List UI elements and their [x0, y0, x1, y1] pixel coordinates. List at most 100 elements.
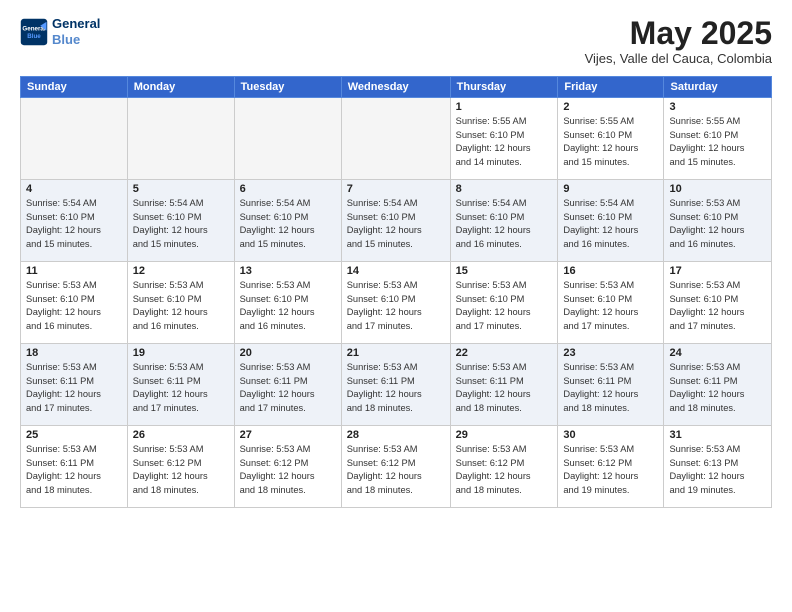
day-info: Sunrise: 5:55 AM Sunset: 6:10 PM Dayligh… [563, 115, 658, 169]
location: Vijes, Valle del Cauca, Colombia [585, 51, 772, 66]
day-number: 19 [133, 347, 229, 359]
calendar-cell: 13 Sunrise: 5:53 AM Sunset: 6:10 PM Dayli… [234, 262, 341, 344]
day-number: 22 [456, 347, 553, 359]
day-info: Sunrise: 5:53 AM Sunset: 6:11 PM Dayligh… [26, 361, 122, 415]
calendar-cell: 22 Sunrise: 5:53 AM Sunset: 6:11 PM Dayli… [450, 344, 558, 426]
day-info: Sunrise: 5:54 AM Sunset: 6:10 PM Dayligh… [240, 197, 336, 251]
day-info: Sunrise: 5:53 AM Sunset: 6:11 PM Dayligh… [669, 361, 766, 415]
day-info: Sunrise: 5:53 AM Sunset: 6:10 PM Dayligh… [563, 279, 658, 333]
calendar-cell: 5 Sunrise: 5:54 AM Sunset: 6:10 PM Daylig… [127, 180, 234, 262]
calendar-cell: 11Sunrise: 5:53 AM Sunset: 6:10 PM Dayli… [21, 262, 128, 344]
day-info: Sunrise: 5:53 AM Sunset: 6:12 PM Dayligh… [240, 443, 336, 497]
day-info: Sunrise: 5:53 AM Sunset: 6:10 PM Dayligh… [26, 279, 122, 333]
day-info: Sunrise: 5:55 AM Sunset: 6:10 PM Dayligh… [456, 115, 553, 169]
calendar-week-row: 18 Sunrise: 5:53 AM Sunset: 6:11 PM Dayli… [21, 344, 772, 426]
calendar-cell: 20Sunrise: 5:53 AM Sunset: 6:11 PM Dayli… [234, 344, 341, 426]
day-number: 4 [26, 183, 122, 195]
header: General Blue General Blue May 2025 Vijes… [20, 16, 772, 66]
day-number: 18 [26, 347, 122, 359]
day-number: 20 [240, 347, 336, 359]
calendar-cell: 29 Sunrise: 5:53 AM Sunset: 6:12 PM Dayli… [450, 426, 558, 508]
calendar-cell: 30 Sunrise: 5:53 AM Sunset: 6:12 PM Dayli… [558, 426, 664, 508]
day-info: Sunrise: 5:53 AM Sunset: 6:12 PM Dayligh… [456, 443, 553, 497]
calendar-cell: 18 Sunrise: 5:53 AM Sunset: 6:11 PM Dayli… [21, 344, 128, 426]
day-header-sunday: Sunday [21, 77, 128, 98]
day-number: 30 [563, 429, 658, 441]
day-info: Sunrise: 5:53 AM Sunset: 6:10 PM Dayligh… [669, 197, 766, 251]
calendar-cell: 31 Sunrise: 5:53 AM Sunset: 6:13 PM Dayli… [664, 426, 772, 508]
calendar-week-row: 4 Sunrise: 5:54 AM Sunset: 6:10 PM Daylig… [21, 180, 772, 262]
day-info: Sunrise: 5:53 AM Sunset: 6:11 PM Dayligh… [456, 361, 553, 415]
day-info: Sunrise: 5:53 AM Sunset: 6:10 PM Dayligh… [669, 279, 766, 333]
day-number: 9 [563, 183, 658, 195]
day-number: 23 [563, 347, 658, 359]
day-info: Sunrise: 5:53 AM Sunset: 6:12 PM Dayligh… [133, 443, 229, 497]
day-number: 25 [26, 429, 122, 441]
logo: General Blue General Blue [20, 16, 100, 47]
day-number: 7 [347, 183, 445, 195]
calendar-cell: 8 Sunrise: 5:54 AM Sunset: 6:10 PM Daylig… [450, 180, 558, 262]
calendar-cell: 24 Sunrise: 5:53 AM Sunset: 6:11 PM Dayli… [664, 344, 772, 426]
month-title: May 2025 [585, 16, 772, 51]
day-number: 31 [669, 429, 766, 441]
day-number: 24 [669, 347, 766, 359]
calendar-cell: 28Sunrise: 5:53 AM Sunset: 6:12 PM Dayli… [341, 426, 450, 508]
calendar-cell: 26 Sunrise: 5:53 AM Sunset: 6:12 PM Dayli… [127, 426, 234, 508]
day-header-monday: Monday [127, 77, 234, 98]
day-info: Sunrise: 5:54 AM Sunset: 6:10 PM Dayligh… [456, 197, 553, 251]
calendar-cell: 9 Sunrise: 5:54 AM Sunset: 6:10 PM Daylig… [558, 180, 664, 262]
calendar-cell: 19 Sunrise: 5:53 AM Sunset: 6:11 PM Dayli… [127, 344, 234, 426]
day-header-saturday: Saturday [664, 77, 772, 98]
day-info: Sunrise: 5:53 AM Sunset: 6:12 PM Dayligh… [347, 443, 445, 497]
calendar-table: SundayMondayTuesdayWednesdayThursdayFrid… [20, 76, 772, 508]
day-info: Sunrise: 5:53 AM Sunset: 6:10 PM Dayligh… [456, 279, 553, 333]
calendar-cell: 6Sunrise: 5:54 AM Sunset: 6:10 PM Daylig… [234, 180, 341, 262]
day-number: 26 [133, 429, 229, 441]
day-info: Sunrise: 5:54 AM Sunset: 6:10 PM Dayligh… [563, 197, 658, 251]
calendar-cell [234, 98, 341, 180]
calendar-cell: 17 Sunrise: 5:53 AM Sunset: 6:10 PM Dayli… [664, 262, 772, 344]
day-info: Sunrise: 5:53 AM Sunset: 6:10 PM Dayligh… [240, 279, 336, 333]
calendar-header-row: SundayMondayTuesdayWednesdayThursdayFrid… [21, 77, 772, 98]
calendar-cell: 15Sunrise: 5:53 AM Sunset: 6:10 PM Dayli… [450, 262, 558, 344]
title-block: May 2025 Vijes, Valle del Cauca, Colombi… [585, 16, 772, 66]
day-number: 3 [669, 101, 766, 113]
calendar-cell: 12Sunrise: 5:53 AM Sunset: 6:10 PM Dayli… [127, 262, 234, 344]
calendar-week-row: 25 Sunrise: 5:53 AM Sunset: 6:11 PM Dayli… [21, 426, 772, 508]
day-header-wednesday: Wednesday [341, 77, 450, 98]
day-number: 14 [347, 265, 445, 277]
calendar-cell [21, 98, 128, 180]
calendar-cell: 21Sunrise: 5:53 AM Sunset: 6:11 PM Dayli… [341, 344, 450, 426]
day-header-thursday: Thursday [450, 77, 558, 98]
day-header-friday: Friday [558, 77, 664, 98]
day-info: Sunrise: 5:53 AM Sunset: 6:11 PM Dayligh… [133, 361, 229, 415]
calendar-cell: 10 Sunrise: 5:53 AM Sunset: 6:10 PM Dayli… [664, 180, 772, 262]
calendar-page: General Blue General Blue May 2025 Vijes… [0, 0, 792, 612]
day-number: 17 [669, 265, 766, 277]
day-info: Sunrise: 5:53 AM Sunset: 6:12 PM Dayligh… [563, 443, 658, 497]
day-number: 5 [133, 183, 229, 195]
calendar-cell: 23Sunrise: 5:53 AM Sunset: 6:11 PM Dayli… [558, 344, 664, 426]
day-number: 2 [563, 101, 658, 113]
day-info: Sunrise: 5:54 AM Sunset: 6:10 PM Dayligh… [133, 197, 229, 251]
day-info: Sunrise: 5:53 AM Sunset: 6:13 PM Dayligh… [669, 443, 766, 497]
calendar-cell [127, 98, 234, 180]
day-number: 12 [133, 265, 229, 277]
day-number: 13 [240, 265, 336, 277]
calendar-cell: 27Sunrise: 5:53 AM Sunset: 6:12 PM Dayli… [234, 426, 341, 508]
day-info: Sunrise: 5:53 AM Sunset: 6:10 PM Dayligh… [347, 279, 445, 333]
calendar-cell: 25 Sunrise: 5:53 AM Sunset: 6:11 PM Dayli… [21, 426, 128, 508]
day-number: 29 [456, 429, 553, 441]
calendar-cell: 14 Sunrise: 5:53 AM Sunset: 6:10 PM Dayli… [341, 262, 450, 344]
calendar-cell: 7Sunrise: 5:54 AM Sunset: 6:10 PM Daylig… [341, 180, 450, 262]
calendar-cell: 4 Sunrise: 5:54 AM Sunset: 6:10 PM Daylig… [21, 180, 128, 262]
day-info: Sunrise: 5:54 AM Sunset: 6:10 PM Dayligh… [26, 197, 122, 251]
logo-text: General Blue [52, 16, 100, 47]
day-number: 8 [456, 183, 553, 195]
calendar-week-row: 1Sunrise: 5:55 AM Sunset: 6:10 PM Daylig… [21, 98, 772, 180]
day-number: 10 [669, 183, 766, 195]
svg-text:Blue: Blue [27, 33, 41, 40]
day-info: Sunrise: 5:53 AM Sunset: 6:11 PM Dayligh… [26, 443, 122, 497]
logo-icon: General Blue [20, 18, 48, 46]
day-header-tuesday: Tuesday [234, 77, 341, 98]
